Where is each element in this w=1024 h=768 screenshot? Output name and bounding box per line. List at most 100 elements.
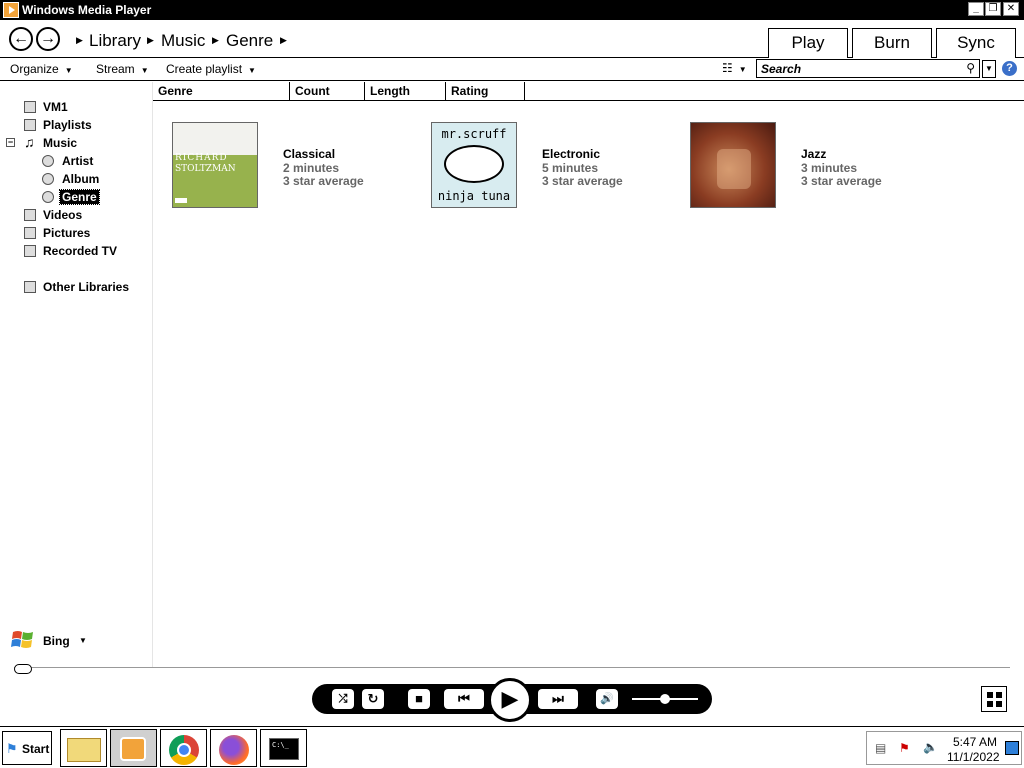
sidebar-item-label: Music (43, 136, 78, 150)
sidebar-item-label: Other Libraries (43, 280, 130, 294)
forward-button[interactable]: → (36, 27, 60, 51)
column-header-length[interactable]: Length (365, 82, 446, 100)
genre-name: Classical (283, 147, 336, 161)
artist-icon (42, 155, 54, 167)
switch-to-now-playing-button[interactable] (981, 686, 1007, 712)
next-icon[interactable]: ⏭ (538, 689, 578, 709)
library-sidebar: VM1 Playlists − ♫ Music Artist Album Gen… (0, 82, 153, 668)
view-options-icon: ☷ (722, 61, 733, 75)
maximize-button[interactable]: ❐ (985, 2, 1001, 16)
help-icon[interactable]: ? (1002, 61, 1017, 76)
album-art-text: STOLTZMAN (175, 164, 236, 174)
minimize-button[interactable]: _ (968, 2, 984, 16)
column-header-count[interactable]: Count (290, 82, 365, 100)
view-options-button[interactable]: ☷ ▼ (722, 61, 747, 75)
network-icon[interactable]: ▤ (875, 741, 886, 755)
start-button[interactable]: ⚑ Start (2, 731, 52, 765)
clock-time[interactable]: 5:47 AM (953, 735, 997, 749)
collapse-icon[interactable]: − (6, 138, 15, 147)
breadcrumb-library[interactable]: Library (89, 31, 141, 51)
chevron-down-icon: ▼ (248, 66, 256, 75)
taskbar-command-prompt[interactable]: C:\_ (260, 729, 307, 767)
tab-sync[interactable]: Sync (936, 28, 1016, 58)
genre-icon (42, 191, 54, 203)
search-dropdown-button[interactable]: ▼ (982, 60, 996, 78)
sidebar-item-label: Artist (62, 154, 94, 168)
album-art (690, 122, 776, 208)
genre-length: 3 minutes (801, 161, 858, 175)
genre-tile-jazz[interactable]: Jazz 3 minutes 3 star average (690, 122, 940, 208)
sidebar-item-label: Album (62, 172, 100, 186)
taskbar: ⚑ Start C:\_ ▤ ⚑ 🔈 5:47 AM 11/1/2022 (0, 726, 1024, 768)
music-note-icon: ♫ (24, 134, 35, 150)
previous-icon[interactable]: ⏮ (444, 689, 484, 709)
search-placeholder: Search (761, 62, 802, 76)
action-center-icon[interactable]: ⚑ (899, 741, 910, 755)
column-header-row: Genre Count Length Rating (153, 82, 1024, 101)
sidebar-item-label: Recorded TV (43, 244, 118, 258)
taskbar-chrome[interactable] (160, 729, 207, 767)
navigation-bar: ← → ▶ Library ▶ Music ▶ Genre ▶ Play Bur… (0, 20, 1024, 58)
column-header-genre[interactable]: Genre (153, 82, 290, 100)
genre-name: Jazz (801, 147, 827, 161)
genre-length: 2 minutes (283, 161, 340, 175)
close-button[interactable]: ✕ (1003, 2, 1019, 16)
breadcrumb-music[interactable]: Music (161, 31, 205, 51)
toolbar: Organize ▼ Stream ▼ Create playlist ▼ ☷ ▼ Se… (0, 58, 1024, 81)
column-header-rating[interactable]: Rating (446, 82, 525, 100)
breadcrumb-arrow-icon[interactable]: ▶ (147, 35, 154, 46)
system-tray: ▤ ⚑ 🔈 5:47 AM 11/1/2022 (866, 731, 1022, 765)
picture-icon (24, 227, 36, 239)
taskbar-firefox[interactable] (210, 729, 257, 767)
stream-label: Stream (96, 62, 135, 76)
create-playlist-menu[interactable]: Create playlist ▼ (166, 62, 256, 76)
volume-icon[interactable]: 🔊 (596, 689, 618, 709)
volume-handle[interactable] (660, 694, 670, 704)
volume-icon[interactable]: 🔈 (923, 740, 938, 754)
media-player-icon (120, 737, 146, 761)
repeat-icon[interactable]: ↻ (362, 689, 384, 709)
search-icon[interactable]: ⚲ (966, 61, 975, 75)
title-bar: Windows Media Player _ ❐ ✕ (0, 0, 1024, 20)
album-art: RICHARD STOLTZMAN (172, 122, 258, 208)
sidebar-item-label: Pictures (43, 226, 91, 240)
tab-play[interactable]: Play (768, 28, 848, 58)
sidebar-item-label: VM1 (43, 100, 68, 114)
sidebar-item-label: Genre (59, 189, 100, 205)
chrome-icon (169, 735, 199, 765)
breadcrumb-arrow-icon[interactable]: ▶ (280, 35, 287, 46)
genre-tile-electronic[interactable]: mr.scruff ninja tuna Electronic 5 minute… (431, 122, 681, 208)
taskbar-file-explorer[interactable] (60, 729, 107, 767)
seek-handle[interactable] (14, 664, 32, 674)
breadcrumb-arrow-icon[interactable]: ▶ (76, 35, 83, 46)
breadcrumb-genre[interactable]: Genre (226, 31, 273, 51)
show-desktop-button[interactable] (1005, 741, 1019, 755)
window-title: Windows Media Player (22, 3, 152, 17)
stream-menu[interactable]: Stream ▼ (96, 62, 149, 76)
album-art-text: RICHARD (175, 153, 228, 163)
play-icon[interactable]: ▶ (488, 678, 532, 722)
create-playlist-label: Create playlist (166, 62, 243, 76)
bing-label: Bing (43, 634, 70, 648)
genre-rating: 3 star average (542, 174, 623, 188)
search-input[interactable]: Search ⚲ (756, 59, 980, 78)
playback-controls: ⤮ ↻ ■ ⏮ ▶ ⏭ 🔊 (312, 678, 712, 722)
back-button[interactable]: ← (9, 27, 33, 51)
tab-burn[interactable]: Burn (852, 28, 932, 58)
album-icon (42, 173, 54, 185)
genre-length: 5 minutes (542, 161, 599, 175)
breadcrumb-arrow-icon[interactable]: ▶ (212, 35, 219, 46)
taskbar-media-player[interactable] (110, 729, 157, 767)
genre-tile-classical[interactable]: RICHARD STOLTZMAN Classical 2 minutes 3 … (172, 122, 422, 208)
organize-label: Organize (10, 62, 59, 76)
clock-date[interactable]: 11/1/2022 (947, 750, 1000, 764)
stop-icon[interactable]: ■ (408, 689, 430, 709)
tv-icon (24, 245, 36, 257)
shuffle-icon[interactable]: ⤮ (332, 689, 354, 709)
chevron-down-icon: ▼ (738, 65, 747, 74)
library-icon (24, 101, 36, 113)
organize-menu[interactable]: Organize ▼ (10, 62, 73, 76)
video-icon (24, 209, 36, 221)
windows-flag-icon: ⚑ (6, 741, 18, 756)
seek-bar[interactable] (14, 667, 1010, 671)
